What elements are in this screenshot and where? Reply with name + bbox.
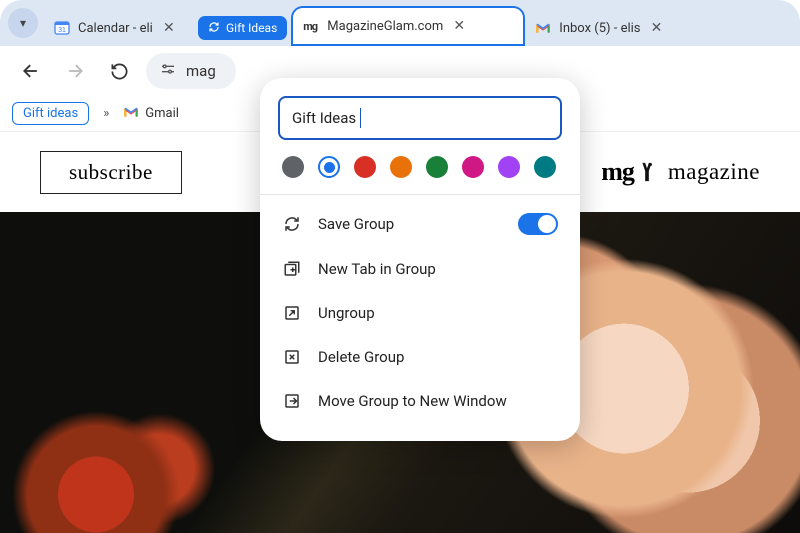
back-button[interactable] <box>14 54 48 88</box>
menu-delete-group[interactable]: Delete Group <box>260 335 580 379</box>
brand-text: magazine <box>668 159 760 185</box>
site-brand: mg magazine <box>601 157 760 187</box>
tab-group-outline: mg MagazineGlam.com ✕ <box>291 0 525 46</box>
ungroup-icon <box>282 303 302 323</box>
menu-ungroup[interactable]: Ungroup <box>260 291 580 335</box>
tab-group-menu: Gift Ideas Save Group New Tab in Group U… <box>260 78 580 441</box>
group-color-option[interactable] <box>498 156 520 178</box>
group-name-input[interactable]: Gift Ideas <box>278 96 562 140</box>
group-color-option[interactable] <box>426 156 448 178</box>
group-color-picker <box>260 156 580 194</box>
group-color-option[interactable] <box>462 156 484 178</box>
menu-divider <box>260 194 580 195</box>
delete-icon <box>282 347 302 367</box>
save-group-toggle[interactable] <box>518 213 558 235</box>
group-color-option[interactable] <box>282 156 304 178</box>
tab-calendar[interactable]: 31 Calendar - eli ✕ <box>44 10 194 46</box>
tab-gmail[interactable]: Inbox (5) - elis ✕ <box>525 10 675 46</box>
bookmarks-overflow[interactable]: » <box>103 106 109 121</box>
forward-button[interactable] <box>58 54 92 88</box>
site-favicon: mg <box>303 18 319 34</box>
gmail-icon <box>123 106 139 122</box>
tab-strip: ▾ 31 Calendar - eli ✕ Gift Ideas mg Maga… <box>0 0 800 46</box>
group-color-option[interactable] <box>354 156 376 178</box>
text-cursor <box>360 108 361 128</box>
tab-title: Inbox (5) - elis <box>559 21 640 36</box>
subscribe-button[interactable]: subscribe <box>40 151 182 194</box>
gmail-icon <box>535 20 551 36</box>
close-icon[interactable]: ✕ <box>451 18 467 34</box>
group-color-option[interactable] <box>390 156 412 178</box>
bookmark-gmail[interactable]: Gmail <box>123 106 179 122</box>
svg-text:31: 31 <box>58 27 66 34</box>
sync-icon <box>282 214 302 234</box>
group-chip-label: Gift Ideas <box>226 21 277 35</box>
url-text: mag <box>186 62 216 80</box>
group-color-option[interactable] <box>534 156 556 178</box>
menu-save-group[interactable]: Save Group <box>260 201 580 247</box>
close-icon[interactable]: ✕ <box>161 20 177 36</box>
sync-icon <box>208 21 220 36</box>
brand-logo: mg <box>601 157 658 187</box>
tab-title: MagazineGlam.com <box>327 19 443 34</box>
menu-new-tab-in-group[interactable]: New Tab in Group <box>260 247 580 291</box>
tab-search-dropdown[interactable]: ▾ <box>8 8 38 38</box>
new-tab-icon <box>282 259 302 279</box>
group-color-option[interactable] <box>318 156 340 178</box>
tab-title: Calendar - eli <box>78 21 153 36</box>
site-controls-icon[interactable] <box>160 61 176 81</box>
close-icon[interactable]: ✕ <box>649 20 665 36</box>
tab-group-chip[interactable]: Gift Ideas <box>198 16 287 40</box>
address-bar[interactable]: mag <box>146 53 236 89</box>
menu-move-to-new-window[interactable]: Move Group to New Window <box>260 379 580 423</box>
tab-magazineglam[interactable]: mg MagazineGlam.com ✕ <box>293 8 523 44</box>
move-window-icon <box>282 391 302 411</box>
calendar-icon: 31 <box>54 20 70 36</box>
bookmark-folder-gift-ideas[interactable]: Gift ideas <box>12 102 89 125</box>
reload-button[interactable] <box>102 54 136 88</box>
chevron-down-icon: ▾ <box>20 16 26 30</box>
